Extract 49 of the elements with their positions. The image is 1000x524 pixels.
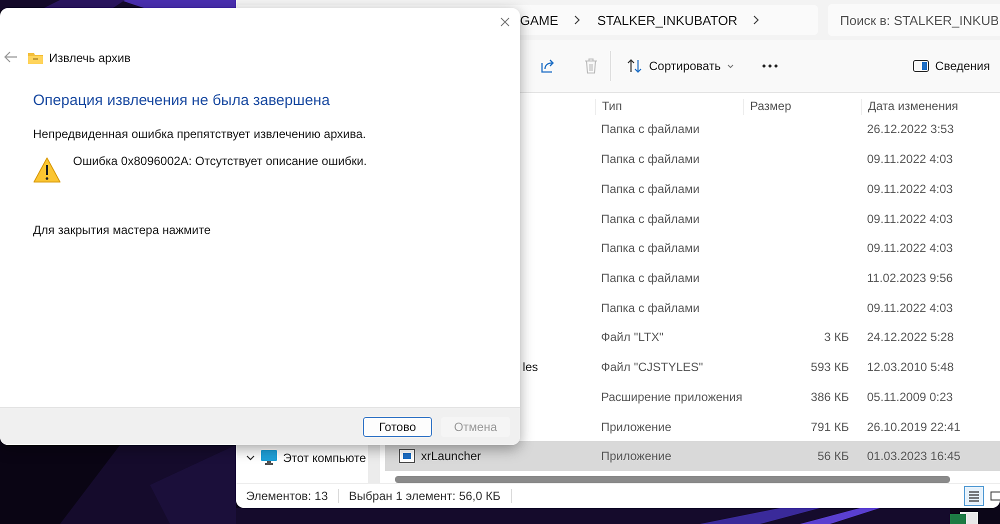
details-pane-button[interactable]: Сведения xyxy=(909,55,994,77)
file-date: 26.12.2022 3:53 xyxy=(866,122,955,136)
file-type: Расширение приложения xyxy=(600,390,743,404)
file-name: les xyxy=(522,360,538,374)
file-date: 26.10.2019 22:41 xyxy=(866,420,962,434)
file-date: 09.11.2022 4:03 xyxy=(866,241,954,256)
file-date: 09.11.2022 4:03 xyxy=(866,212,954,226)
hint-text: Для закрытия мастера нажмите xyxy=(33,223,212,237)
file-type: Папка с файлами xyxy=(600,300,701,315)
search-field[interactable]: Поиск в: STALKER_INKUB xyxy=(828,4,1000,36)
file-size: 56 КБ xyxy=(816,449,850,464)
file-date: 09.11.2022 4:03 xyxy=(866,300,954,315)
dialog-button[interactable]: Готово xyxy=(363,416,432,436)
file-type: Файл "LTX" xyxy=(600,330,664,344)
file-type: Папка с файлами xyxy=(600,122,701,136)
item-count: Элементов: 13 xyxy=(246,489,328,503)
file-date: 05.11.2009 0:23 xyxy=(866,390,954,404)
file-date: 01.03.2023 16:45 xyxy=(866,449,962,464)
selection-info: Выбран 1 элемент: 56,0 КБ xyxy=(348,489,501,503)
column-header[interactable]: Дата изменения xyxy=(861,99,991,115)
sort-button[interactable]: Сортировать xyxy=(623,55,738,77)
file-date: 09.11.2022 4:03 xyxy=(866,152,954,166)
file-type: Папка с файлами xyxy=(600,152,701,166)
file-type: Папка с файлами xyxy=(600,182,701,196)
file-size: 791 КБ xyxy=(810,420,850,434)
file-row[interactable]: xrLauncher Приложение 56 КБ 01.03.2023 16:45 xyxy=(385,441,1000,472)
file-date: 09.11.2022 4:03 xyxy=(866,182,954,196)
file-type: Папка с файлами xyxy=(600,271,701,285)
file-type: Приложение xyxy=(600,449,672,464)
file-size: 386 КБ xyxy=(810,390,850,404)
file-name: xrLauncher xyxy=(421,449,482,464)
column-header[interactable]: Размер xyxy=(743,99,861,115)
file-type: Файл "CJSTYLES" xyxy=(600,360,704,374)
dialog-heading: Операция извлечения не была завершена xyxy=(33,92,331,109)
column-header[interactable]: Тип xyxy=(595,99,743,115)
nav-item[interactable]: Этот компьюте xyxy=(283,450,366,464)
file-type: Папка с файлами xyxy=(600,212,701,226)
file-date: 11.02.2023 9:56 xyxy=(866,271,954,285)
file-type: Папка с файлами xyxy=(600,241,701,256)
file-type: Приложение xyxy=(600,420,672,434)
dialog-title: Извлечь архив xyxy=(49,51,131,65)
breadcrumb-item[interactable]: STALKER_INKUBATOR xyxy=(597,12,738,28)
file-date: 12.03.2010 5:48 xyxy=(866,360,955,374)
error-message: Непредвиденная ошибка препятствует извлечению архива. xyxy=(33,127,367,141)
error-detail: Ошибка 0x8096002A: Отсутствует описание ошибки. xyxy=(73,154,367,168)
file-date: 24.12.2022 5:28 xyxy=(866,330,955,344)
breadcrumb-item[interactable]: GAME xyxy=(520,12,558,28)
file-size: 593 КБ xyxy=(810,360,850,374)
file-size: 3 КБ xyxy=(823,330,850,344)
